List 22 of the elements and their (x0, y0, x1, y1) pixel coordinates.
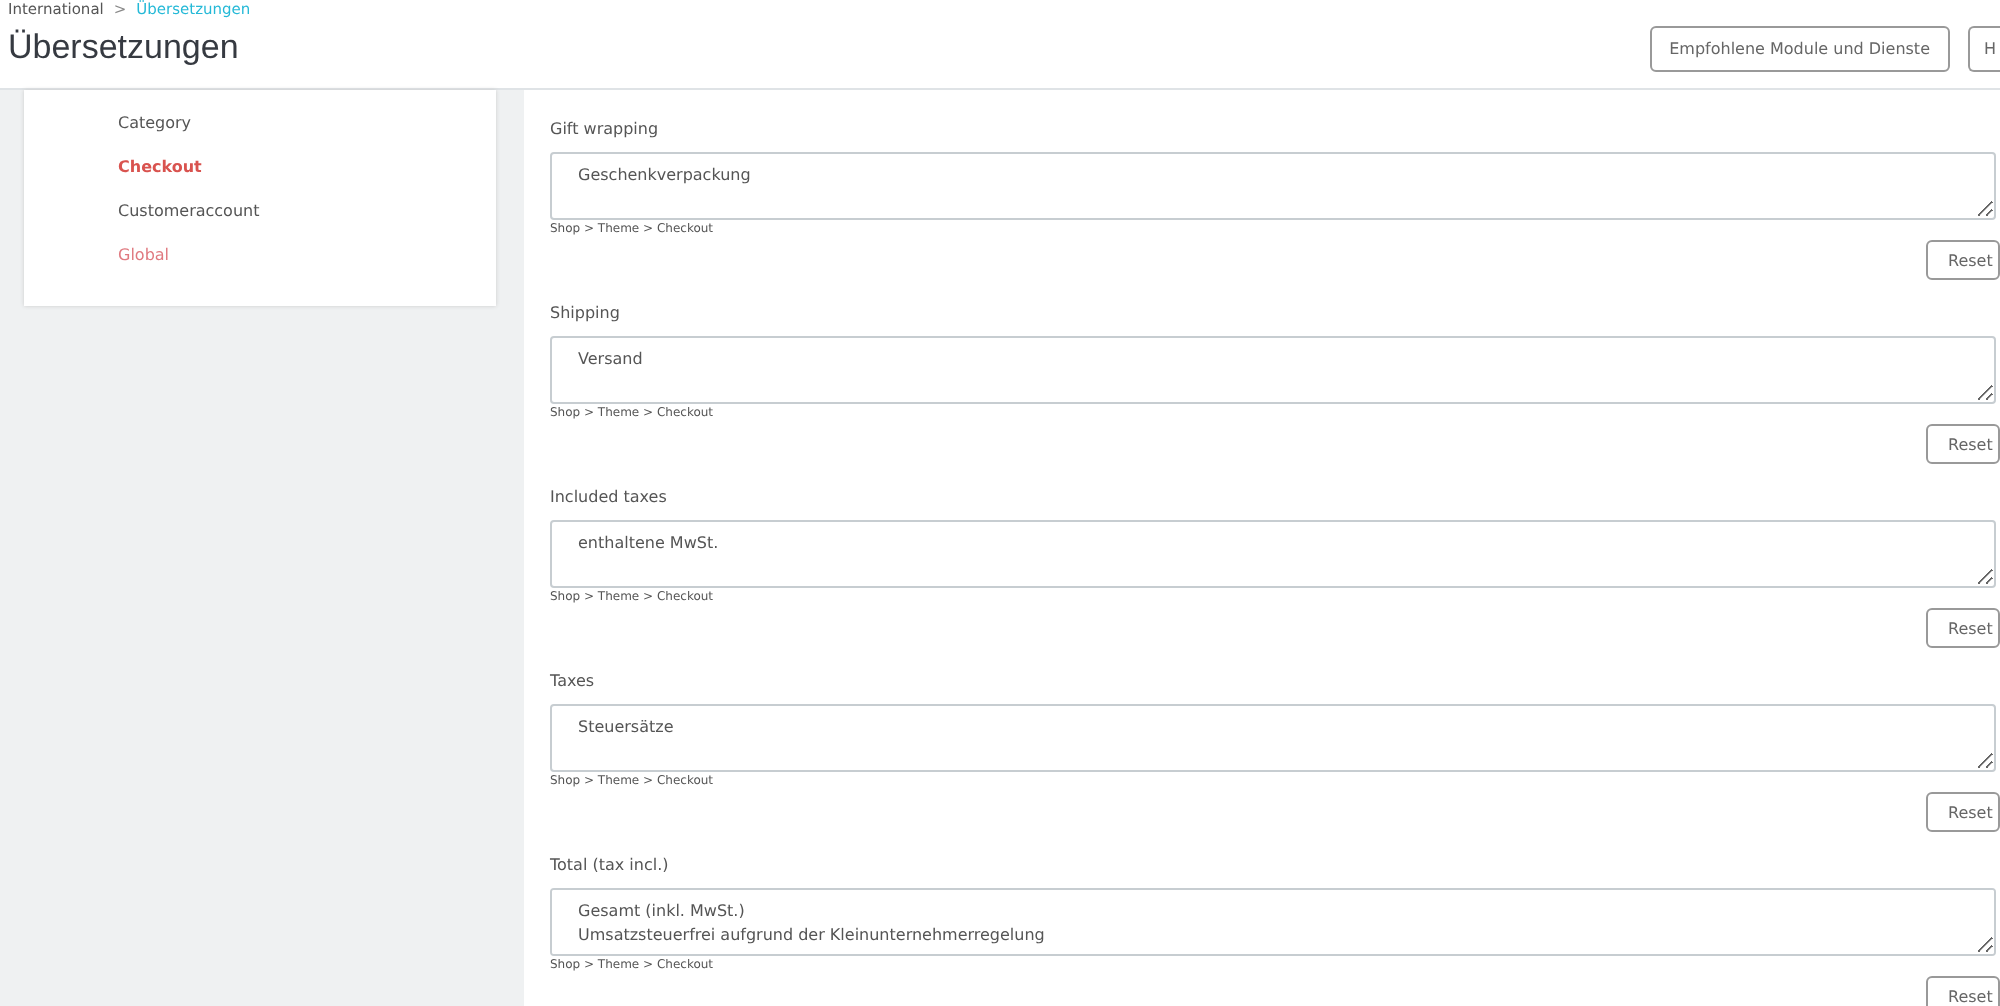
translation-field[interactable]: Steuersätze (550, 704, 1996, 772)
translation-field[interactable]: Versand (550, 336, 1996, 404)
field-label: Total (tax incl.) (550, 854, 671, 878)
header-button[interactable]: Empfohlene Module und Dienste (1649, 26, 1950, 72)
field-label: Gift wrapping (550, 118, 661, 142)
sidebar-item[interactable]: Global (118, 234, 170, 278)
field-label: Included taxes (550, 486, 669, 510)
reset-button[interactable]: Reset (1926, 792, 2000, 832)
translation-field[interactable]: Geschenkverpackung (550, 152, 1996, 220)
field-label: Shipping (550, 302, 622, 326)
header-button[interactable]: H (1968, 26, 2000, 72)
field-label: Taxes (550, 670, 597, 694)
page-title: Übersetzungen (8, 28, 241, 68)
sidebar-item[interactable]: Category (118, 102, 192, 146)
reset-button[interactable]: Reset (1926, 240, 2000, 280)
reset-button[interactable]: Reset (1926, 976, 2000, 1006)
reset-button[interactable]: Reset (1926, 424, 2000, 464)
sidebar-item[interactable]: Checkout (118, 146, 202, 190)
translation-field[interactable]: enthaltene MwSt. (550, 520, 1996, 588)
sidebar-item[interactable]: Customeraccount (118, 190, 260, 234)
reset-button[interactable]: Reset (1926, 608, 2000, 648)
translation-field[interactable]: Gesamt (inkl. MwSt.) Umsatzsteuerfrei aufgrund der Kleinunternehmerregelung (550, 888, 1996, 956)
